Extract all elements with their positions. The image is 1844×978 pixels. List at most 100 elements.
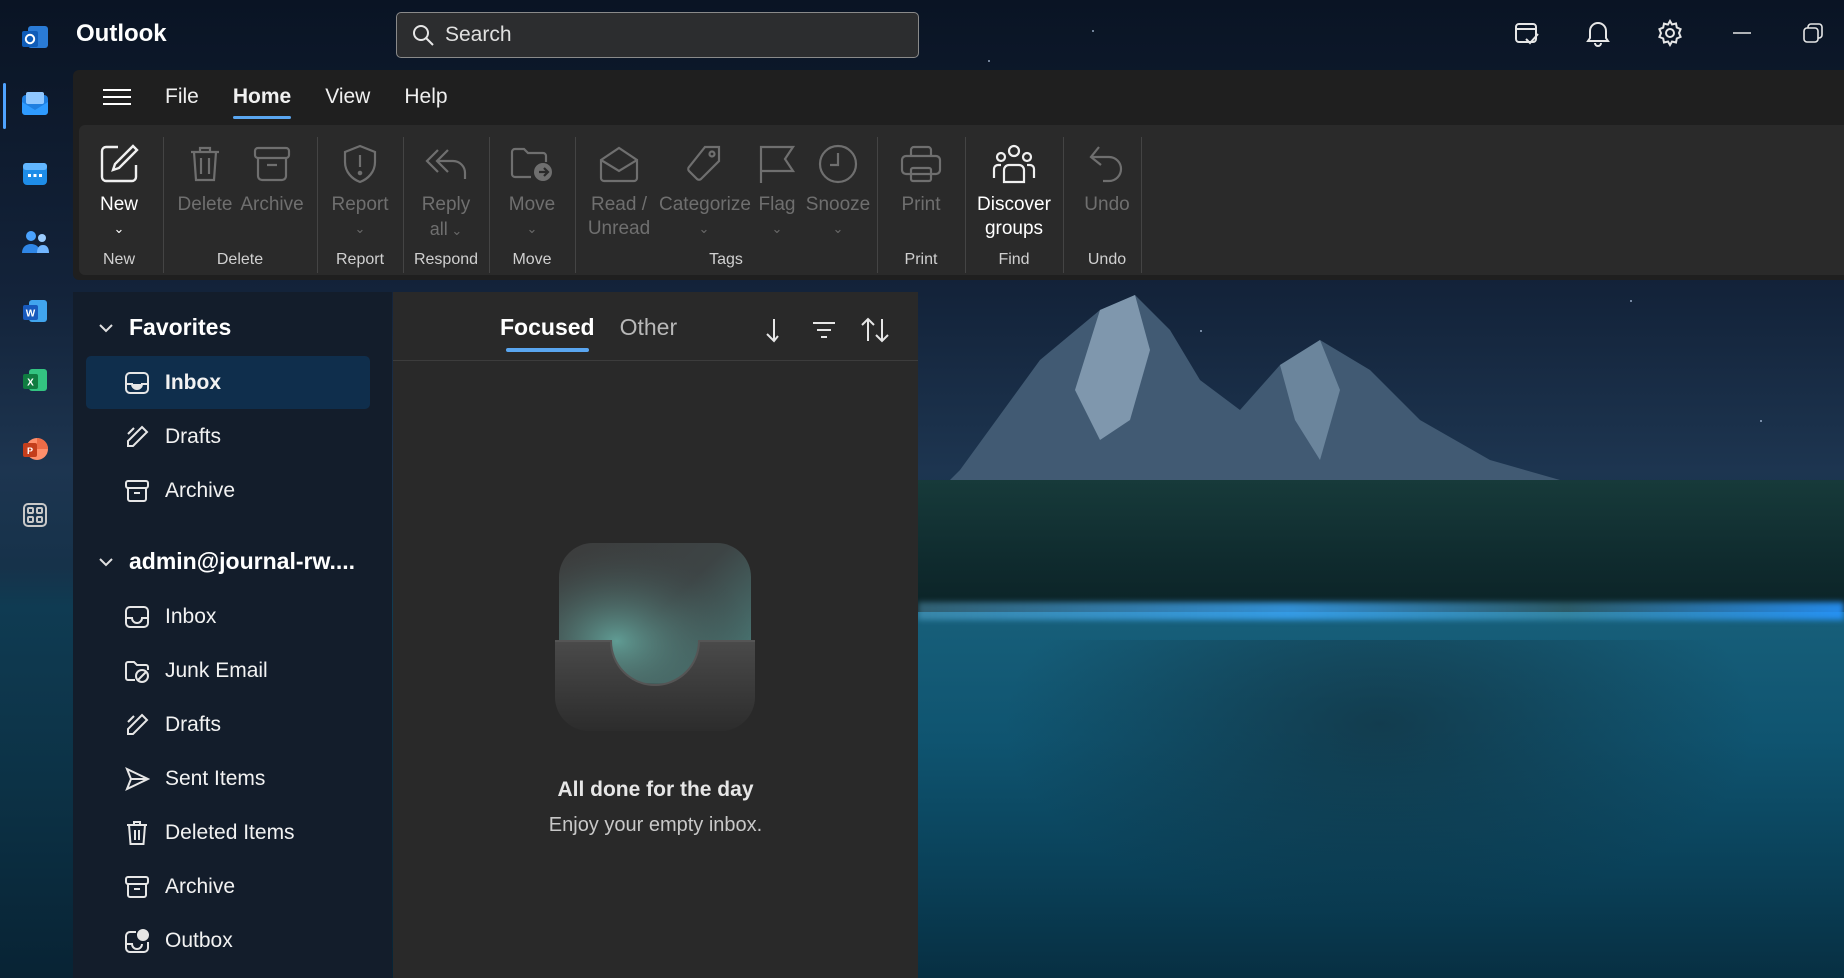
read-unread-button[interactable]: Read / Unread	[581, 135, 657, 241]
divider	[163, 137, 164, 273]
chevron-down-icon[interactable]: ⌄	[805, 217, 871, 241]
flag-button[interactable]: Flag ⌄	[751, 135, 803, 241]
account-inbox[interactable]: Inbox	[86, 590, 370, 643]
search-box[interactable]	[396, 12, 919, 58]
folder-label: Archive	[165, 874, 236, 898]
junk-icon	[123, 657, 151, 685]
read-unread-label-line2: Unread	[587, 218, 651, 239]
favorites-header[interactable]: Favorites	[97, 314, 231, 341]
tab-other[interactable]: Other	[620, 314, 678, 341]
calendar-app-icon[interactable]	[19, 157, 51, 189]
app-title: Outlook	[76, 20, 167, 47]
shield-icon	[327, 135, 393, 193]
snooze-button[interactable]: Snooze ⌄	[805, 135, 871, 241]
report-button[interactable]: Report ⌄	[327, 135, 393, 241]
group-label-delete: Delete	[216, 251, 264, 268]
hamburger-menu-icon[interactable]	[103, 84, 131, 110]
account-outbox[interactable]: Outbox	[86, 914, 370, 967]
restore-window-icon[interactable]	[1796, 16, 1830, 50]
people-app-icon[interactable]	[19, 226, 51, 258]
move-label: Move	[508, 194, 556, 215]
new-button[interactable]: New ⌄	[93, 135, 145, 241]
group-new: New ⌄ New	[79, 135, 159, 269]
undo-icon	[1074, 135, 1140, 193]
move-button[interactable]: Move ⌄	[499, 135, 565, 241]
bell-icon[interactable]	[1581, 16, 1615, 50]
my-day-icon[interactable]	[1510, 16, 1544, 50]
account-junk-email[interactable]: Junk Email	[86, 644, 370, 697]
group-label-respond: Respond	[413, 251, 479, 268]
group-respond: Reply all ⌄ Respond	[405, 135, 487, 269]
folder-label: Drafts	[165, 712, 222, 736]
account-drafts[interactable]: Drafts	[86, 698, 370, 751]
inbox-icon	[123, 603, 151, 631]
archive-button[interactable]: Archive	[235, 135, 309, 217]
empty-inbox-illustration	[555, 535, 755, 735]
menu-file[interactable]: File	[165, 85, 199, 109]
menu-home[interactable]: Home	[232, 85, 292, 119]
group-find: Discover groups Find	[967, 135, 1061, 269]
divider	[877, 137, 878, 273]
chevron-down-icon[interactable]: ⌄	[327, 217, 393, 241]
account-archive[interactable]: Archive	[86, 860, 370, 913]
mail-app-icon[interactable]	[19, 88, 51, 120]
inbox-tabs: Focused Other	[500, 314, 678, 352]
flag-label: Flag	[758, 194, 796, 215]
undo-button[interactable]: Undo	[1074, 135, 1140, 217]
folder-label: Inbox	[165, 604, 217, 628]
filter-icon[interactable]	[806, 312, 842, 348]
chevron-down-icon[interactable]: ⌄	[448, 223, 462, 238]
tab-focused[interactable]: Focused	[500, 314, 595, 352]
minimize-icon[interactable]	[1725, 16, 1759, 50]
discover-groups-button[interactable]: Discover groups	[971, 135, 1057, 241]
glowing-shoreline	[918, 602, 1844, 620]
divider	[1063, 137, 1064, 273]
account-sent-items[interactable]: Sent Items	[86, 752, 370, 805]
folder-pane: Favorites Inbox Drafts Archive admin@jou…	[73, 292, 392, 978]
people-group-icon	[971, 135, 1057, 193]
chevron-down-icon[interactable]: ⌄	[93, 217, 145, 241]
report-label: Report	[331, 194, 389, 215]
group-tags: Read / Unread Categorize ⌄ Flag ⌄ Snooze…	[577, 135, 875, 269]
chevron-down-icon[interactable]: ⌄	[499, 217, 565, 241]
group-print: Print Print	[879, 135, 963, 269]
folder-label: Drafts	[165, 424, 222, 448]
message-list-pane: Focused Other All done for the day Enjoy…	[393, 292, 918, 978]
star	[988, 60, 990, 62]
svg-text:X: X	[27, 378, 34, 389]
divider	[575, 137, 576, 273]
search-input[interactable]	[445, 23, 885, 47]
gear-icon[interactable]	[1653, 16, 1687, 50]
new-label: New	[99, 194, 138, 215]
star	[1092, 30, 1094, 32]
account-deleted-items[interactable]: Deleted Items	[86, 806, 370, 859]
folder-label: Junk Email	[165, 658, 268, 682]
group-undo: Undo Undo	[1065, 135, 1149, 269]
chevron-down-icon	[99, 557, 113, 566]
powerpoint-app-icon[interactable]: P	[19, 433, 51, 465]
excel-app-icon[interactable]: X	[19, 364, 51, 396]
menu-view[interactable]: View	[325, 85, 370, 109]
favorites-drafts[interactable]: Drafts	[86, 410, 370, 463]
move-folder-icon	[499, 135, 565, 193]
chevron-down-icon[interactable]: ⌄	[659, 217, 749, 241]
reply-all-button[interactable]: Reply all ⌄	[413, 135, 479, 243]
jump-down-icon[interactable]	[754, 312, 790, 348]
pencil-icon	[123, 711, 151, 739]
delete-button[interactable]: Delete	[173, 135, 237, 217]
more-apps-icon[interactable]	[19, 499, 51, 531]
categorize-button[interactable]: Categorize ⌄	[659, 135, 751, 241]
divider	[1141, 137, 1142, 273]
group-label-tags: Tags	[709, 251, 743, 268]
sort-icon[interactable]	[857, 312, 893, 348]
account-header[interactable]: admin@journal-rw....	[97, 548, 355, 575]
menu-help[interactable]: Help	[404, 85, 447, 109]
archive-icon	[235, 135, 309, 193]
word-app-icon[interactable]: W	[19, 295, 51, 327]
chevron-down-icon[interactable]: ⌄	[751, 217, 803, 241]
ribbon-toolbar: New ⌄ New Delete Archive Delete Report ⌄…	[79, 125, 1844, 275]
favorites-archive[interactable]: Archive	[86, 464, 370, 517]
print-button[interactable]: Print	[888, 135, 954, 217]
outbox-icon	[123, 927, 151, 955]
favorites-inbox[interactable]: Inbox	[86, 356, 370, 409]
